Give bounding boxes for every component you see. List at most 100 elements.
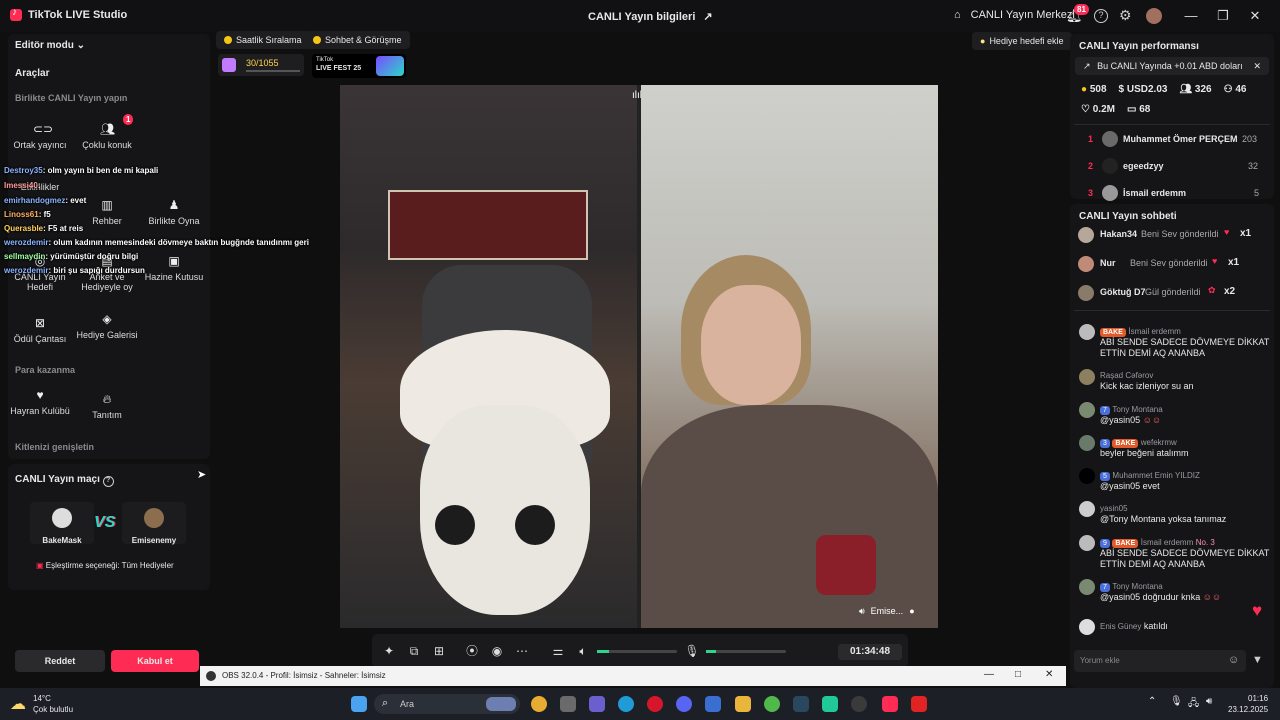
add-source-icon[interactable]: ⧉	[406, 643, 422, 659]
tool-reward-bag[interactable]: ⊠ Ödül Çantası	[9, 306, 71, 362]
rank-name[interactable]: İsmail erdemm	[1123, 188, 1186, 198]
opera-icon[interactable]	[647, 696, 663, 712]
join-message: Enis Güney katıldı	[1100, 621, 1168, 631]
screenshot-icon[interactable]: ◉	[489, 643, 505, 659]
search-highlight-icon	[486, 697, 516, 711]
youtube-icon[interactable]	[911, 696, 927, 712]
record-icon[interactable]: ⦿	[464, 643, 480, 659]
filter-icon[interactable]: ▼	[1252, 654, 1263, 666]
control-bar: ✦ ⧉ ⊞ ⦿ ◉ ⋯ ⚌ 🔈︎ 🎙︎ 01:34:48	[372, 634, 908, 668]
overlay-chat-line: Imessi40:	[4, 181, 41, 190]
tool-gift-gallery[interactable]: ◈ Hediye Galerisi	[76, 302, 138, 358]
minimize-button[interactable]: —	[1183, 8, 1199, 24]
poster	[388, 190, 588, 260]
speaker-icon[interactable]: 🔊︎	[1206, 696, 1212, 707]
live-fest-banner[interactable]: TikTok LIVE FEST 25	[312, 54, 406, 78]
store-icon[interactable]	[560, 696, 576, 712]
accept-button[interactable]: Kabul et	[111, 650, 199, 672]
match-player-2: Emisenemy	[122, 502, 186, 545]
obs-taskbar-icon[interactable]	[851, 696, 867, 712]
emoji-picker-icon[interactable]: ☺	[1228, 654, 1239, 666]
rank-score: 32	[1248, 161, 1259, 171]
tray-chevron-icon[interactable]: ⌃	[1148, 696, 1156, 707]
player-1-avatar	[52, 508, 72, 528]
maximize-button[interactable]: ❐	[1215, 8, 1231, 24]
discord-icon[interactable]	[676, 696, 692, 712]
live-video-preview[interactable]: ılıl 🔊︎ Emise... ●	[340, 85, 938, 628]
tiktok-taskbar-icon[interactable]	[882, 696, 898, 712]
guest-menu-icon[interactable]: ●	[909, 606, 914, 617]
teams-icon[interactable]	[589, 696, 605, 712]
comment-stat: ▭ 68	[1126, 104, 1151, 115]
edge-icon[interactable]	[618, 696, 634, 712]
microphone-icon[interactable]: 🎙︎	[684, 643, 700, 659]
usd-stat: $ USD2.03	[1118, 84, 1168, 95]
obs-minimize-button[interactable]: —	[984, 669, 994, 680]
game-app-icon[interactable]	[822, 696, 838, 712]
guest-label[interactable]: 🔊︎ Emise... ●	[859, 606, 915, 617]
reject-button[interactable]: Reddet	[15, 650, 105, 672]
editor-mode-dropdown[interactable]: Editör modu ⌄	[15, 40, 85, 51]
taskbar-search[interactable]: ⌕ Ara	[374, 694, 520, 714]
comment-icon: ▭	[1126, 104, 1137, 115]
chat-message: 9 BAKE İsmail erdemm No. 3 ABİ SENDE SADE…	[1100, 538, 1270, 569]
chrome-icon[interactable]	[531, 696, 547, 712]
chat-message: 5 Muhammet Emin YILDIZ @yasin05 evet	[1100, 471, 1200, 491]
guest-video-feed: 🔊︎ Emise... ●	[641, 85, 938, 628]
settings-gear-icon[interactable]: ⚙	[1119, 7, 1132, 24]
share-icon[interactable]: ↗	[703, 10, 712, 23]
tool-multi-guest[interactable]: 👥︎ Çoklu konuk 1	[76, 112, 138, 168]
windows-start-icon[interactable]	[351, 696, 367, 712]
mail-icon[interactable]	[705, 696, 721, 712]
close-button[interactable]: ✕	[1247, 8, 1263, 24]
obs-logo-icon	[206, 671, 216, 681]
volume-icon[interactable]: 🔈︎	[575, 643, 591, 659]
profile-avatar[interactable]	[1146, 8, 1162, 24]
weather-cloud-icon: ☁	[10, 696, 26, 713]
volume-slider[interactable]	[597, 650, 677, 653]
more-icon[interactable]: ⋯	[514, 643, 530, 659]
info-icon[interactable]: ?	[102, 476, 114, 487]
magic-wand-icon[interactable]: ✦	[381, 643, 397, 659]
adjust-icon[interactable]: ⚌	[550, 643, 566, 659]
heart-icon: ♡	[1081, 104, 1090, 115]
comment-input[interactable]: Yorum ekle ☺	[1074, 650, 1246, 672]
notification-bell[interactable]: 🔔︎ 81	[1066, 4, 1089, 24]
chrome-alt-icon[interactable]	[764, 696, 780, 712]
guest-face	[701, 285, 801, 405]
hourly-ranking-pill[interactable]: Saatlik Sıralama	[216, 31, 310, 49]
tool-promote[interactable]: 🔥︎ Tanıtım	[76, 382, 138, 438]
tool-play-together[interactable]: ♟ Birlikte Oyna	[143, 188, 205, 244]
chat-meet-pill[interactable]: Sohbet & Görüşme	[305, 31, 410, 49]
tool-fan-club[interactable]: ♥ Hayran Kulübü	[9, 380, 71, 436]
mic-slider[interactable]	[706, 650, 786, 653]
divider	[1074, 124, 1270, 125]
tray-mic-icon[interactable]: 🎙︎	[1170, 696, 1183, 707]
live-center-link[interactable]: CANLI Yayın Merkezi	[971, 9, 1075, 21]
player-2-avatar	[144, 508, 164, 528]
avatar	[1079, 501, 1095, 517]
overlay-chat-line: sellmaydin: yürümüştür doğru bilgi	[4, 252, 139, 261]
live-timer: 01:34:48	[838, 644, 902, 660]
network-icon[interactable]: 🖧︎	[1188, 696, 1199, 713]
title-bar: TikTok LIVE Studio CANLI Yayın bilgileri…	[0, 0, 1280, 32]
close-banner-icon[interactable]: ✕	[1253, 57, 1261, 75]
expand-audience-label: Kitlenizi genişletin	[15, 442, 95, 452]
tool-treasure-box[interactable]: ▣ Hazine Kutusu	[143, 250, 205, 306]
match-option[interactable]: ▣ Eşleştirme seçeneği: Tüm Hediyeler	[36, 561, 174, 570]
rank-name[interactable]: egeedzyy	[1123, 161, 1164, 171]
live-info-title[interactable]: CANLI Yayın bilgileri ↗	[588, 10, 713, 24]
layout-icon[interactable]: ⊞	[431, 643, 447, 659]
obs-window-bar[interactable]: OBS 32.0.4 - Profil: İsimsiz - Sahneler:…	[200, 666, 1066, 686]
rank-name[interactable]: Muhammet Ömer PERÇEM	[1123, 134, 1238, 144]
obs-close-button[interactable]: ✕	[1045, 669, 1053, 680]
add-gift-goal-pill[interactable]: ● Hediye hedefi ekle	[972, 32, 1072, 50]
person-play-icon: ♟	[168, 198, 180, 212]
help-icon[interactable]: ?	[1094, 9, 1108, 23]
chat-icon	[313, 36, 321, 44]
obs-maximize-button[interactable]: □	[1015, 669, 1021, 680]
file-explorer-icon[interactable]	[735, 696, 751, 712]
steam-icon[interactable]	[793, 696, 809, 712]
avatar	[1079, 402, 1095, 418]
chat-message: Raşad Cəfərov Kick kac izleniyor su an	[1100, 371, 1194, 391]
